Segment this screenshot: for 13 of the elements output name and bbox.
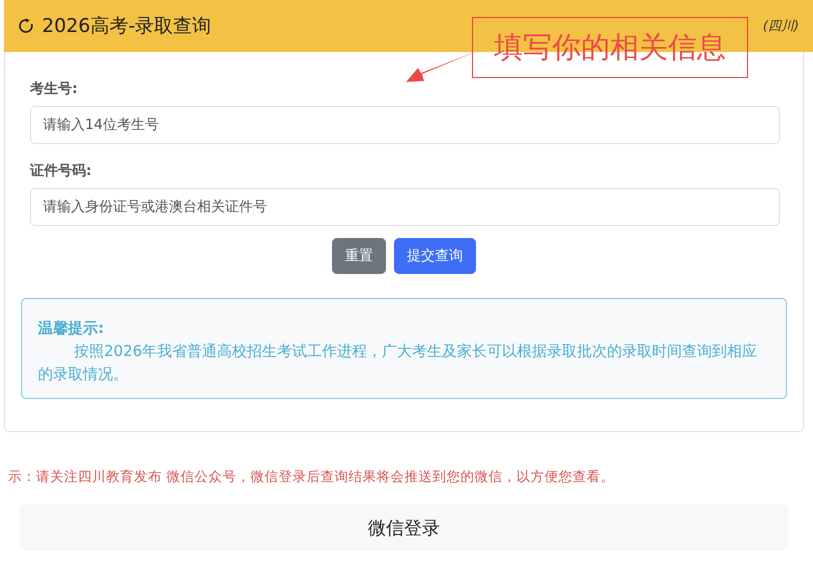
page-title: 2026高考-录取查询 — [42, 14, 212, 39]
field-label: 证件号码: — [30, 162, 92, 180]
notice-text: 示：请关注四川教育发布 微信公众号，微信登录后查询结果将会推送到您的微信，以方便您查看。 — [7, 468, 616, 486]
region-label: (四川) — [762, 18, 799, 35]
wechat-login-button[interactable]: 微信登录 — [20, 504, 788, 551]
refresh-icon[interactable] — [18, 18, 34, 34]
input-field[interactable]: 请输入14位考生号 — [30, 106, 780, 144]
field-label: 考生号: — [30, 80, 78, 98]
reset-button[interactable]: 重置 — [332, 238, 386, 274]
tip-text: 按照2026年我省普通高校招生考试工作进程，广大考生及家长可以根据录取批次的录取时间查询到相应的录取情况。 — [38, 341, 758, 385]
tip-title: 温馨提示: — [38, 318, 105, 339]
submit-button[interactable]: 提交查询 — [394, 238, 476, 274]
input-field[interactable]: 请输入身份证号或港澳台相关证件号 — [30, 188, 780, 226]
